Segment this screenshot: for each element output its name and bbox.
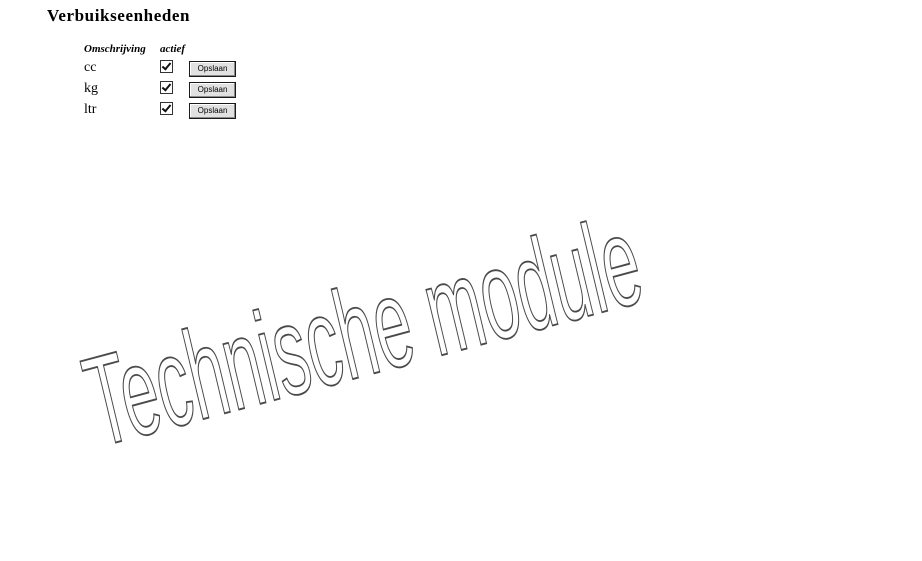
checkmark-icon [161,81,172,92]
active-checkbox[interactable] [160,81,173,94]
table-row: ltr Opslaan [83,100,237,120]
unit-description: kg [84,81,98,96]
table-header-row: Omschrijving actief [83,42,237,57]
save-button[interactable]: Opslaan [189,81,237,98]
save-button[interactable]: Opslaan [189,102,237,119]
unit-description: cc [84,60,97,75]
watermark-text: Technische module [72,189,653,474]
table-row: cc Opslaan [83,58,237,78]
column-header-description: Omschrijving [84,42,146,55]
active-checkbox[interactable] [160,60,173,73]
column-header-active: actief [160,42,186,55]
page-title: Verbuikseenheden [47,6,191,25]
column-header-actions [188,42,237,57]
save-button[interactable]: Opslaan [189,60,237,77]
checkmark-icon [161,102,172,113]
unit-description: ltr [84,102,97,117]
active-checkbox[interactable] [160,102,173,115]
checkmark-icon [161,60,172,71]
table-row: kg Opslaan [83,79,237,99]
units-table: Omschrijving actief cc Opslaan kg Opslaa… [81,41,239,121]
